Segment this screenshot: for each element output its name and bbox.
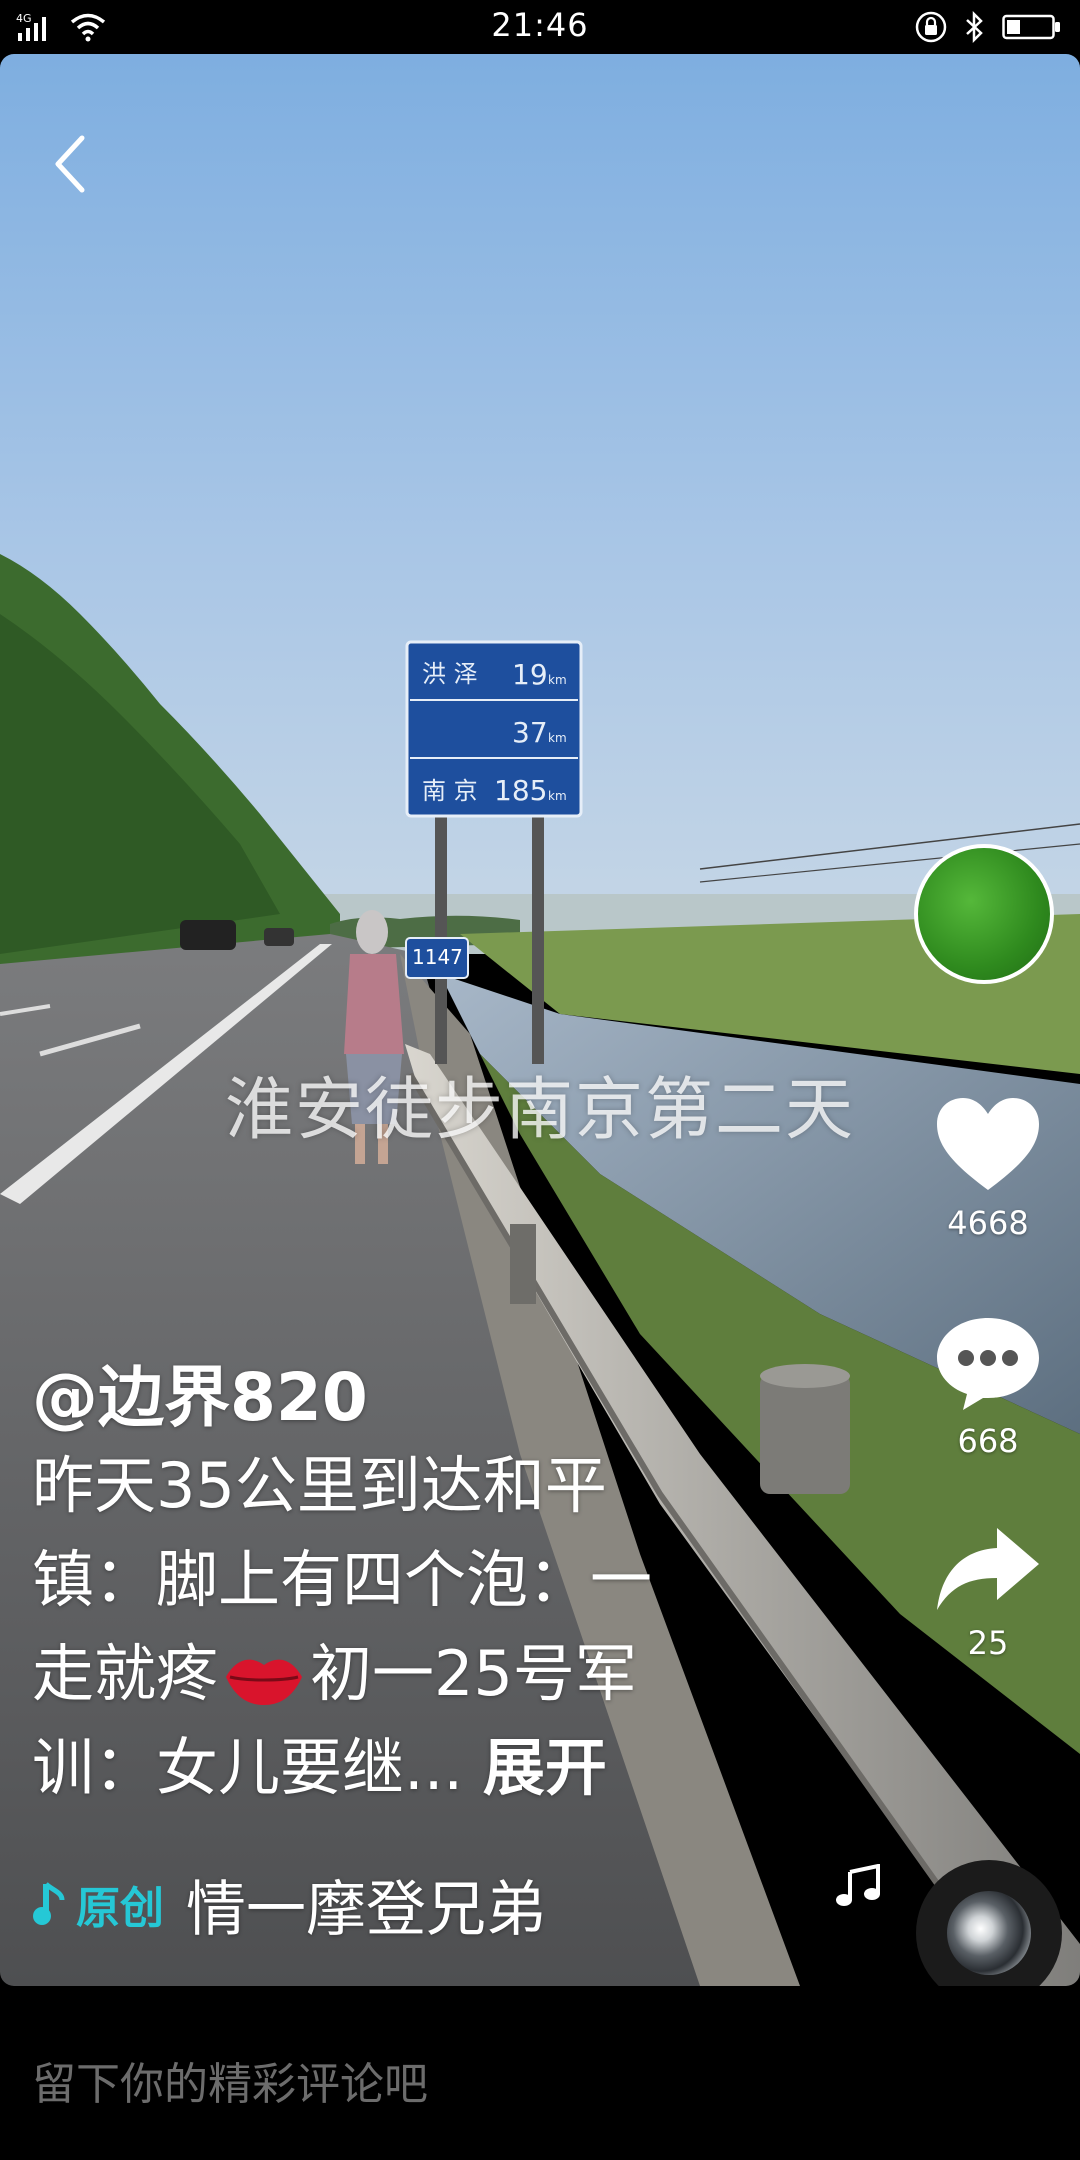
caption-line-4-text: 训：女儿要继... [32,1731,483,1804]
music-disc-cover [947,1891,1031,1975]
sign-unit-1: km [548,673,567,687]
caption-line-4: 训：女儿要继... 展开 [32,1721,762,1815]
comment-button[interactable]: 668 [918,1312,1058,1460]
music-original-tag: 原创 [76,1883,164,1934]
comment-icon [937,1318,1039,1410]
comment-bar[interactable]: 留下你的精彩评论吧 [0,1986,1080,2160]
video-player[interactable]: 洪 泽 19 km 37 km 南 京 185 km 1147 淮安徒步南京第二… [0,54,1080,1986]
sign-unit-2: km [548,731,567,745]
sign-distance-3: 185 [494,774,547,807]
author-name[interactable]: @边界820 [32,1344,368,1440]
author-avatar[interactable] [914,844,1054,984]
sign-unit-3: km [548,789,567,803]
expand-caption-button[interactable]: 展开 [483,1731,607,1804]
back-button[interactable] [40,124,100,204]
caption-line-2: 镇：脚上有四个泡：一 [32,1543,653,1616]
caption-line-3b-text: 初一25号军 [310,1637,637,1710]
music-note-icon [33,1882,65,1925]
music-row[interactable]: 原创 情一摩登兄弟 [32,1864,546,1945]
caption-line-3-text: 走就疼 [32,1637,219,1710]
like-button[interactable]: 4668 [918,1094,1058,1242]
music-title: 情一摩登兄弟 [186,1874,546,1945]
battery-icon [1002,14,1060,40]
share-arrow-icon [937,1528,1039,1610]
caption-line-3: 走就疼 初一25号军 [32,1627,762,1721]
share-button[interactable]: 25 [918,1524,1058,1662]
status-bar: 4G 21:46 [0,0,1080,54]
rotation-lock-icon [915,11,947,43]
sign-distance-1: 19 [512,658,548,691]
chevron-left-icon [55,135,85,193]
like-count: 4668 [947,1204,1029,1242]
share-count: 25 [967,1624,1009,1662]
sign-place-1: 洪 泽 [422,660,478,688]
caption-line-1: 昨天35公里到达和平 [32,1449,607,1522]
status-right [914,8,1062,46]
sign-place-3: 南 京 [422,777,478,805]
bluetooth-icon [966,11,983,43]
sign-distance-2: 37 [512,716,548,749]
road-number: 1147 [412,945,463,969]
comment-input[interactable]: 留下你的精彩评论吧 [32,2048,428,2112]
floating-music-notes-icon [836,1864,880,1906]
post-caption: 昨天35公里到达和平 镇：脚上有四个泡：一 走就疼 初一25号军 训：女儿要继.… [32,1439,762,1815]
comment-count: 668 [957,1422,1019,1460]
heart-icon [937,1098,1039,1190]
kiss-lips-icon [226,1659,303,1705]
